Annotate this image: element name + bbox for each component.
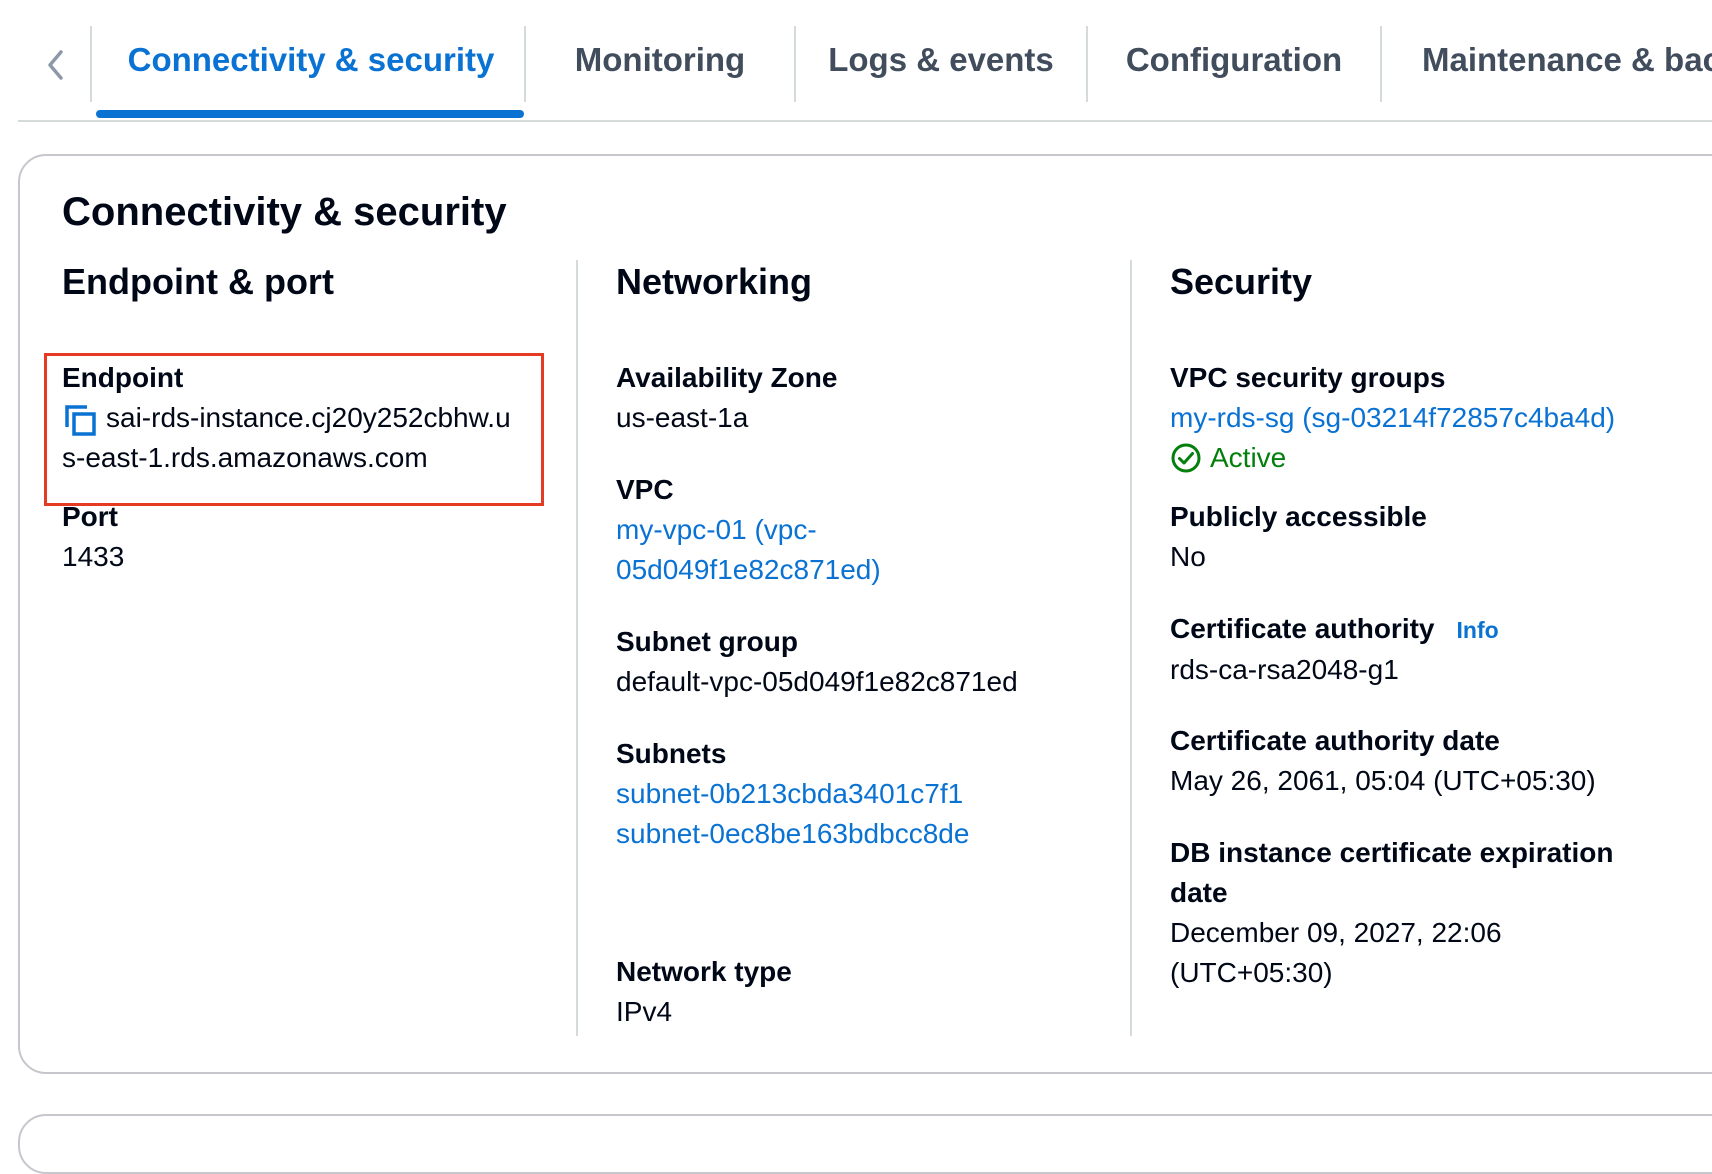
certificate-authority-label: Certificate authority Info bbox=[1170, 609, 1499, 650]
subnet-group-value: default-vpc-05d049f1e82c871ed bbox=[616, 666, 1018, 697]
availability-zone-field: Availability Zone us-east-1a bbox=[616, 358, 837, 438]
subnet-link[interactable]: subnet-0ec8be163bdbcc8de bbox=[616, 814, 969, 854]
certificate-expiration-field: DB instance certificate expiration date … bbox=[1170, 833, 1613, 993]
certificate-authority-field: Certificate authority Info rds-ca-rsa2048… bbox=[1170, 609, 1499, 690]
publicly-accessible-value: No bbox=[1170, 541, 1206, 572]
certificate-expiration-label-line1: DB instance certificate expiration bbox=[1170, 837, 1614, 868]
tab-connectivity-security[interactable]: Connectivity & security bbox=[98, 0, 524, 120]
active-tab-indicator bbox=[96, 110, 524, 118]
availability-zone-value: us-east-1a bbox=[616, 402, 749, 433]
publicly-accessible-field: Publicly accessible No bbox=[1170, 497, 1427, 577]
vpc-link-line2[interactable]: 05d049f1e82c871ed) bbox=[616, 550, 881, 590]
certificate-authority-label-text: Certificate authority bbox=[1170, 613, 1435, 644]
tab-configuration[interactable]: Configuration bbox=[1088, 0, 1380, 120]
certificate-authority-value: rds-ca-rsa2048-g1 bbox=[1170, 654, 1399, 685]
tab-monitoring[interactable]: Monitoring bbox=[526, 0, 794, 120]
subnets-field: Subnets subnet-0b213cbda3401c7f1 subnet-… bbox=[616, 734, 969, 854]
network-type-field: Network type IPv4 bbox=[616, 952, 792, 1032]
vpc-label: VPC bbox=[616, 474, 674, 505]
certificate-authority-info-link[interactable]: Info bbox=[1457, 617, 1499, 643]
vpc-field: VPC my-vpc-01 (vpc- 05d049f1e82c871ed) bbox=[616, 470, 881, 590]
tab-bar: Connectivity & security Monitoring Logs … bbox=[18, 0, 1712, 122]
vpc-security-groups-field: VPC security groups my-rds-sg (sg-03214f… bbox=[1170, 358, 1615, 478]
tab-separator bbox=[90, 26, 92, 102]
network-type-label: Network type bbox=[616, 956, 792, 987]
certificate-expiration-value-line1: December 09, 2027, 22:06 bbox=[1170, 917, 1502, 948]
certificate-authority-date-field: Certificate authority date May 26, 2061,… bbox=[1170, 721, 1596, 801]
tab-logs-events[interactable]: Logs & events bbox=[796, 0, 1086, 120]
subnet-group-field: Subnet group default-vpc-05d049f1e82c871… bbox=[616, 622, 1018, 702]
column-divider bbox=[576, 260, 578, 1036]
endpoint-port-title: Endpoint & port bbox=[62, 261, 334, 302]
port-field: Port 1433 bbox=[62, 497, 124, 577]
certificate-expiration-label-line2: date bbox=[1170, 877, 1228, 908]
endpoint-highlight-box bbox=[44, 353, 544, 506]
vpc-security-groups-label: VPC security groups bbox=[1170, 362, 1446, 393]
certificate-authority-date-value: May 26, 2061, 05:04 (UTC+05:30) bbox=[1170, 765, 1596, 796]
certificate-authority-date-label: Certificate authority date bbox=[1170, 725, 1500, 756]
availability-zone-label: Availability Zone bbox=[616, 362, 838, 393]
publicly-accessible-label: Publicly accessible bbox=[1170, 501, 1427, 532]
subnet-link[interactable]: subnet-0b213cbda3401c7f1 bbox=[616, 774, 969, 814]
tab-maintenance-backups[interactable]: Maintenance & backu bbox=[1382, 0, 1712, 120]
check-circle-icon bbox=[1171, 443, 1201, 473]
next-panel bbox=[18, 1114, 1712, 1174]
connectivity-security-panel: Connectivity & security Endpoint & port … bbox=[18, 154, 1712, 1074]
certificate-expiration-value-line2: (UTC+05:30) bbox=[1170, 957, 1333, 988]
security-group-status-text: Active bbox=[1210, 442, 1287, 473]
column-divider bbox=[1130, 260, 1132, 1036]
subnets-label: Subnets bbox=[616, 738, 727, 769]
security-title: Security bbox=[1170, 261, 1313, 302]
security-group-link[interactable]: my-rds-sg (sg-03214f72857c4ba4d) bbox=[1170, 398, 1615, 438]
chevron-left-icon bbox=[48, 50, 63, 80]
tab-scroll-left-button[interactable] bbox=[36, 40, 76, 90]
port-value: 1433 bbox=[62, 541, 125, 572]
networking-title: Networking bbox=[616, 261, 813, 302]
vpc-link[interactable]: my-vpc-01 (vpc- 05d049f1e82c871ed) bbox=[616, 510, 881, 590]
network-type-value: IPv4 bbox=[616, 996, 673, 1027]
vpc-link-line1[interactable]: my-vpc-01 (vpc- bbox=[616, 510, 881, 550]
subnet-group-label: Subnet group bbox=[616, 626, 798, 657]
panel-title: Connectivity & security bbox=[62, 190, 507, 234]
security-group-status: Active bbox=[1170, 438, 1615, 478]
